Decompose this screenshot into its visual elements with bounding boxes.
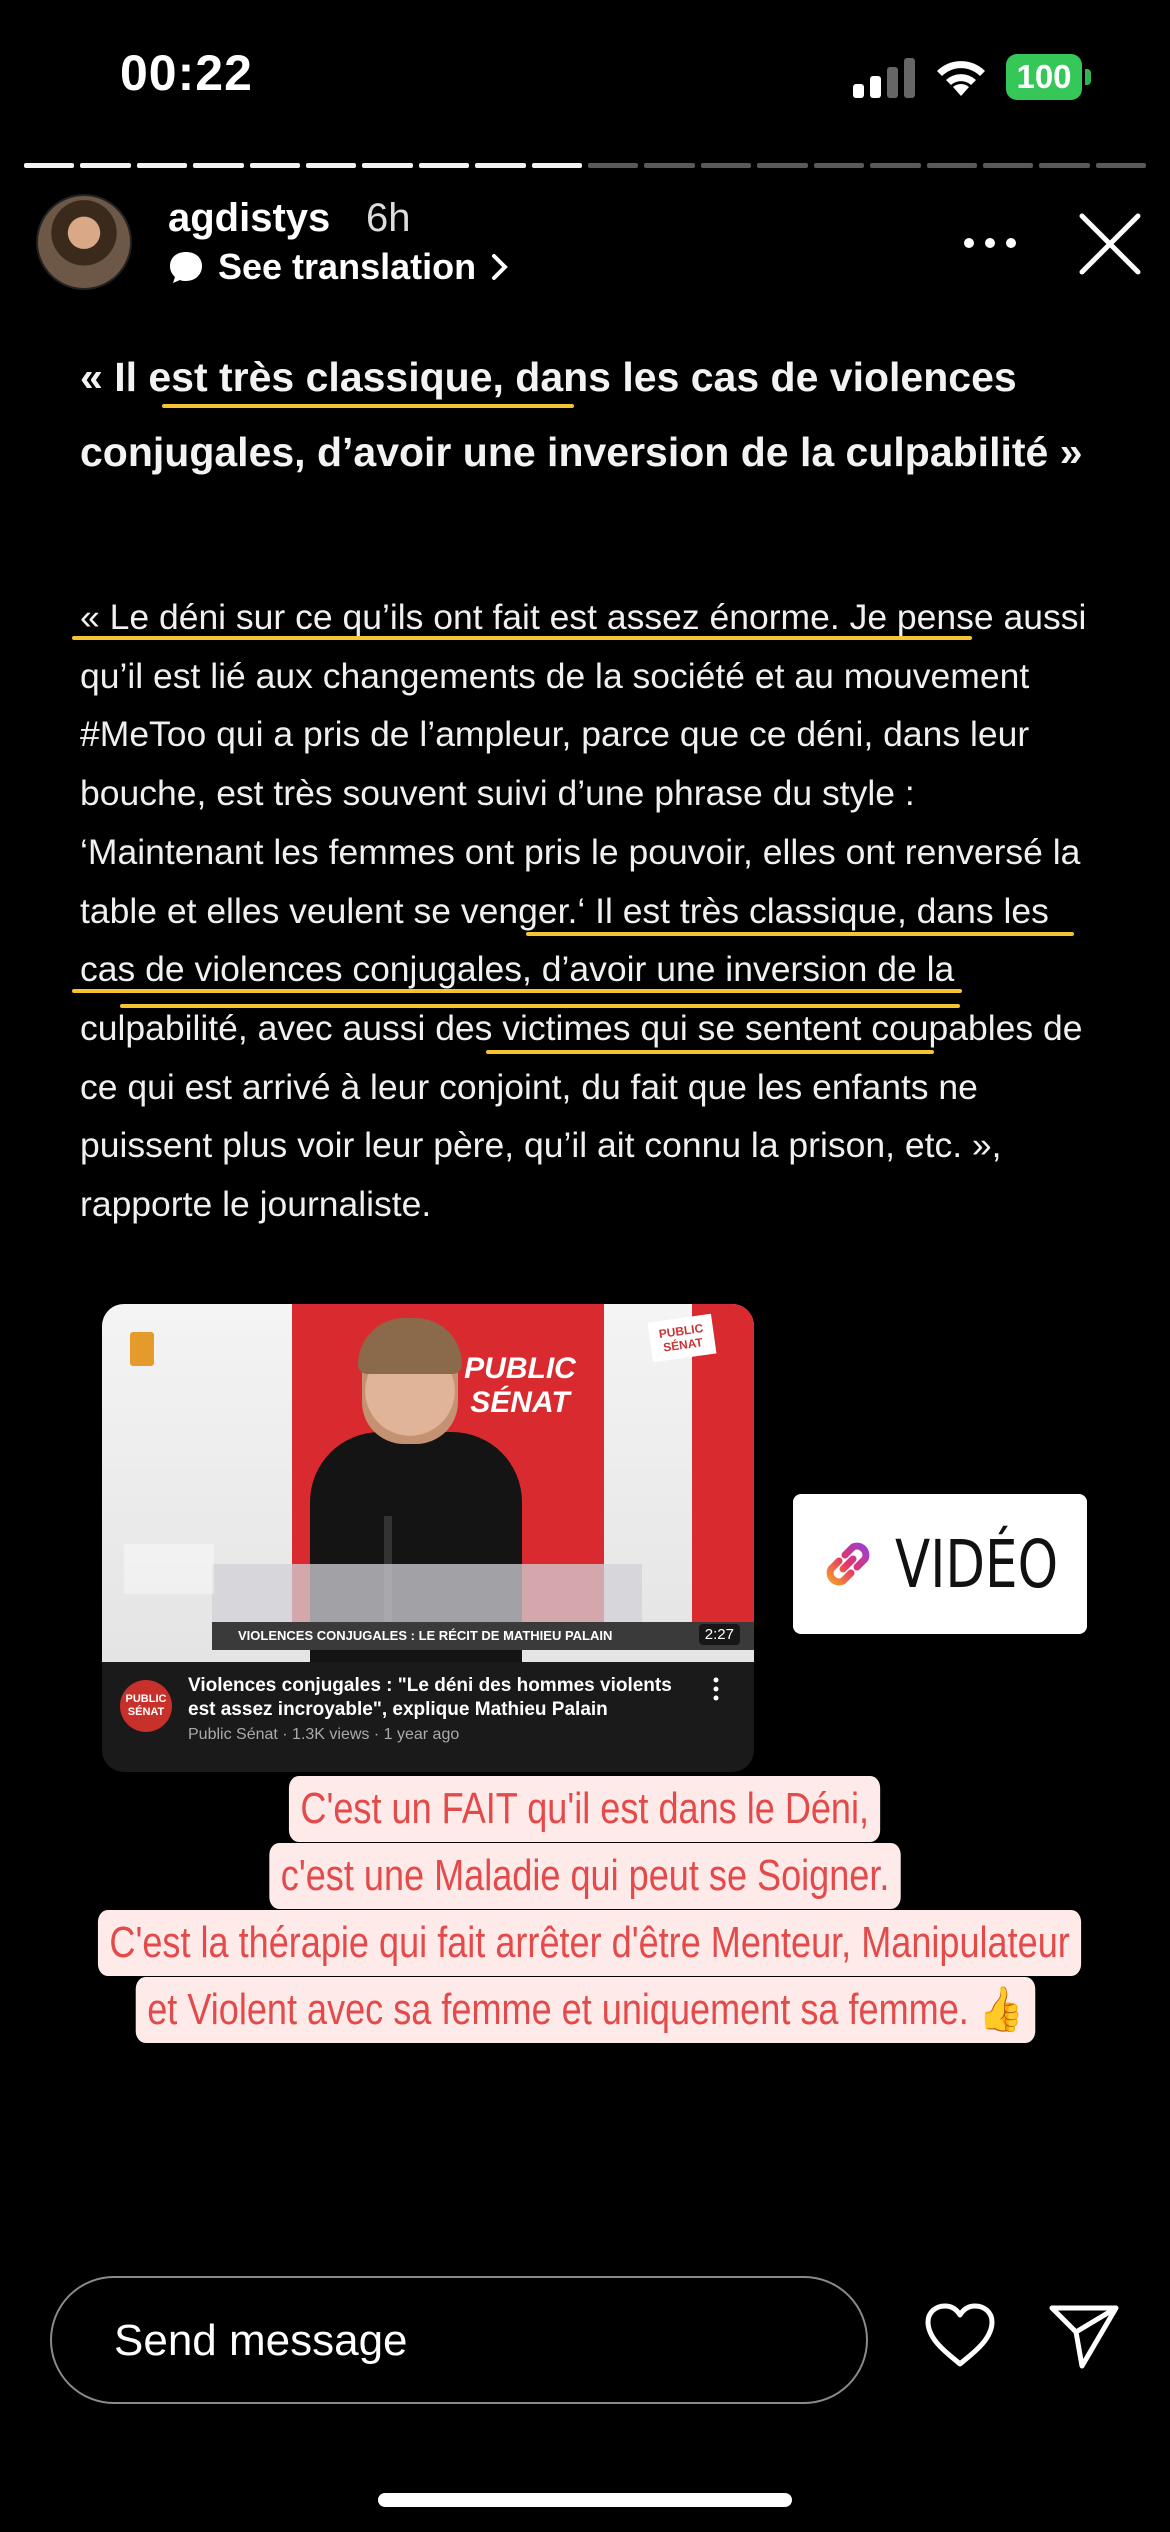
- progress-segment: [926, 163, 977, 168]
- send-icon[interactable]: [1048, 2302, 1120, 2370]
- caption-line: et Violent avec sa femme et uniquement s…: [135, 1977, 1035, 2043]
- home-indicator: [378, 2493, 792, 2507]
- channel-badge-icon: [130, 1332, 154, 1366]
- progress-segment: [1039, 163, 1090, 168]
- speech-bubble-icon: [170, 252, 202, 283]
- status-time: 00:22: [120, 45, 253, 101]
- show-logo: [124, 1544, 214, 1594]
- post-time: 6h: [366, 196, 411, 240]
- highlight-underline: [72, 636, 972, 640]
- close-icon[interactable]: [1078, 212, 1142, 276]
- avatar[interactable]: [36, 194, 132, 290]
- video-meta: Public Sénat · 1.3K views · 1 year ago: [188, 1726, 460, 1743]
- video-thumbnail: PUBLIC SÉNAT PUBLIC SÉNAT VIOLENCES CONJ…: [102, 1304, 754, 1662]
- story-caption: C'est un FAIT qu'il est dans le Déni, c'…: [50, 1776, 1120, 2044]
- channel-avatar[interactable]: PUBLIC SÉNAT: [120, 1680, 172, 1732]
- progress-segment: [700, 163, 752, 168]
- send-message-input[interactable]: Send message: [50, 2276, 868, 2404]
- progress-segment: [80, 163, 131, 168]
- video-card[interactable]: PUBLIC SÉNAT PUBLIC SÉNAT VIOLENCES CONJ…: [102, 1304, 754, 1772]
- more-options-icon[interactable]: [962, 236, 1018, 250]
- progress-segment: [475, 163, 526, 168]
- progress-segment: [757, 163, 808, 168]
- send-message-placeholder: Send message: [114, 2316, 408, 2365]
- progress-segment: [193, 163, 244, 168]
- story-progress-bar: [24, 163, 1147, 168]
- progress-segment: [136, 163, 188, 168]
- caption-line: C'est la thérapie qui fait arrêter d'êtr…: [97, 1910, 1082, 1976]
- progress-segment: [249, 163, 301, 168]
- cellular-signal-icon: [853, 58, 915, 98]
- public-senat-logo: PUBLIC SÉNAT: [464, 1352, 576, 1419]
- see-translation-button[interactable]: See translation: [168, 246, 510, 288]
- chevron-right-icon: [492, 254, 508, 280]
- heart-icon[interactable]: [924, 2302, 996, 2368]
- video-lower-third: VIOLENCES CONJUGALES : LE RÉCIT DE MATHI…: [212, 1622, 754, 1650]
- highlight-underline: [162, 404, 574, 408]
- highlight-underline: [486, 1050, 934, 1054]
- progress-segment: [644, 163, 695, 168]
- username[interactable]: agdistys: [168, 196, 330, 241]
- highlight-underline: [120, 1004, 960, 1008]
- highlight-underline: [526, 932, 1074, 936]
- video-link-sticker[interactable]: VIDÉO: [793, 1494, 1087, 1634]
- see-translation-label: See translation: [218, 246, 477, 287]
- highlight-underline: [72, 989, 962, 993]
- progress-segment: [24, 163, 75, 168]
- battery-icon: 100: [1006, 54, 1092, 100]
- article-headline: « Il est très classique, dans les cas de…: [80, 354, 1083, 475]
- article-body: « Le déni sur ce qu’ils ont fait est ass…: [80, 597, 1087, 1225]
- video-duration: 2:27: [698, 1624, 740, 1645]
- progress-segment: [531, 163, 583, 168]
- progress-segment: [306, 163, 357, 168]
- progress-segment: [418, 163, 470, 168]
- video-link-label: VIDÉO: [895, 1525, 1059, 1603]
- video-more-icon[interactable]: [712, 1676, 720, 1702]
- progress-segment: [1095, 163, 1147, 168]
- progress-segment: [982, 163, 1034, 168]
- progress-segment: [870, 163, 921, 168]
- caption-line: C'est un FAIT qu'il est dans le Déni,: [289, 1776, 881, 1842]
- caption-line: c'est une Maladie qui peut se Soigner.: [269, 1843, 901, 1909]
- link-icon: [827, 1542, 870, 1586]
- progress-segment: [588, 163, 639, 168]
- progress-segment: [362, 163, 413, 168]
- video-title[interactable]: Violences conjugales : "Le déni des homm…: [188, 1674, 688, 1722]
- wifi-icon: [937, 61, 985, 96]
- battery-level: 100: [1006, 54, 1082, 100]
- progress-segment: [813, 163, 865, 168]
